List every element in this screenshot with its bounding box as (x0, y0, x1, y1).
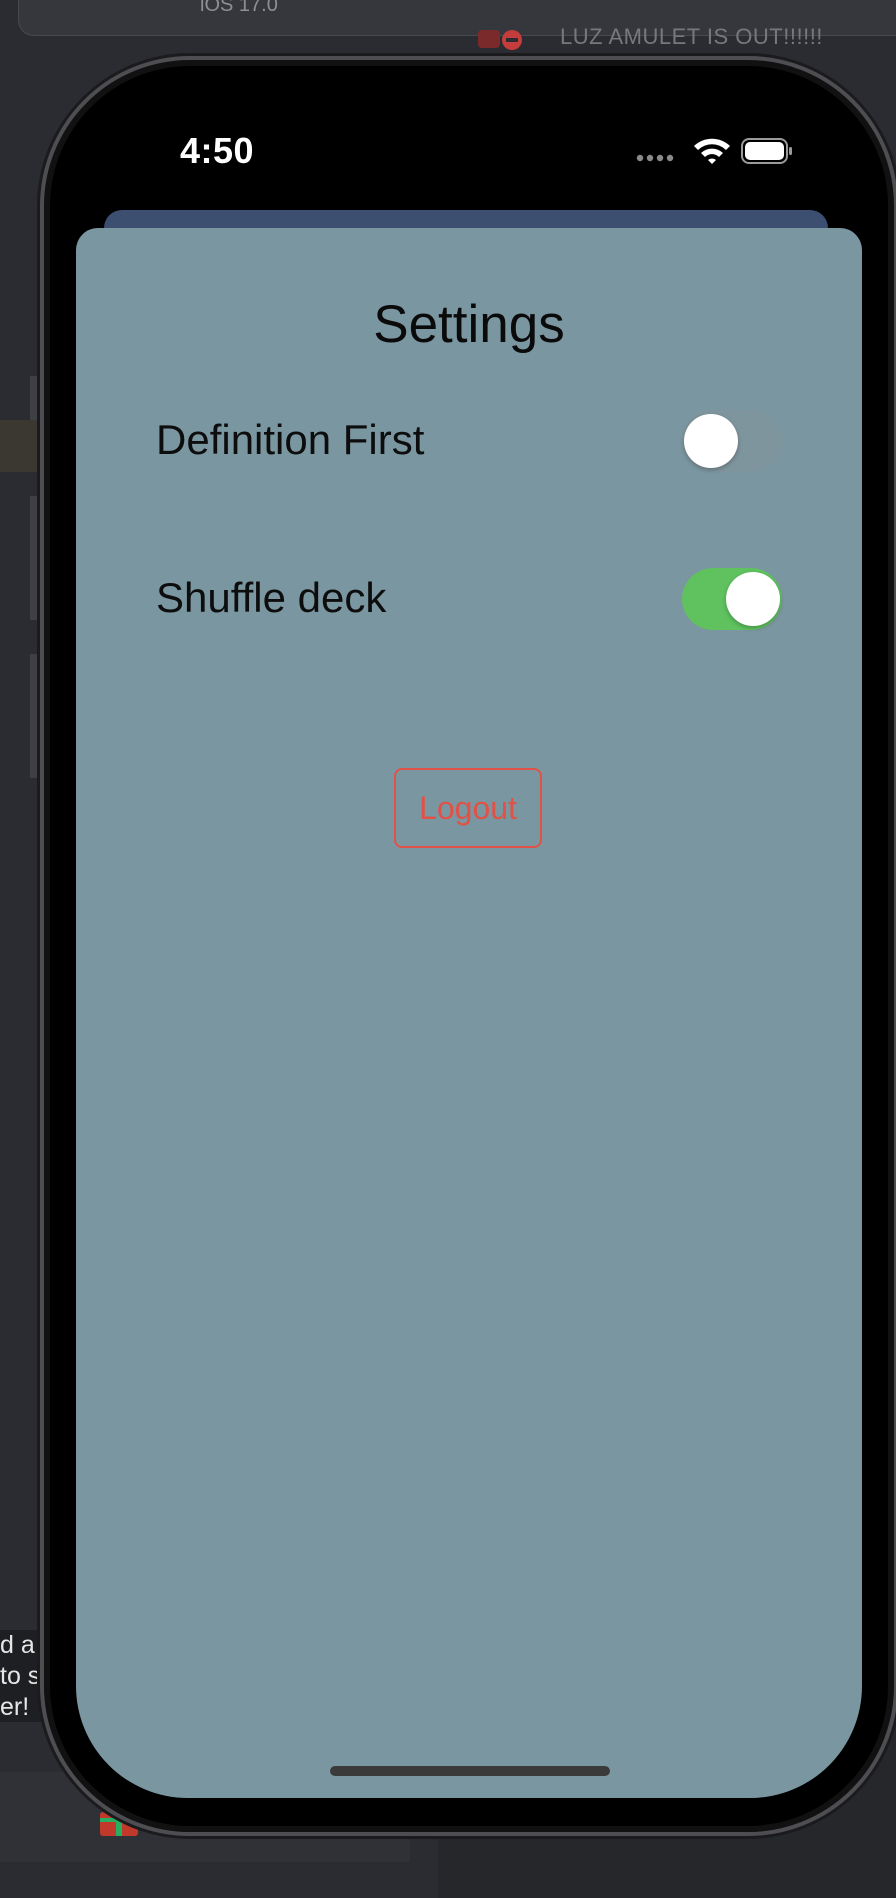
shuffle-deck-label: Shuffle deck (156, 574, 387, 621)
battery-icon (741, 138, 792, 164)
toggle-knob (726, 572, 780, 626)
notification-badge-icon (478, 30, 522, 50)
settings-sheet: Settings Definition First Shuffle deck L… (76, 228, 862, 1798)
definition-first-label: Definition First (156, 416, 425, 463)
iphone-simulator: 4:50 Settings Definition First Shuffle d… (40, 56, 896, 1836)
volume-up-button (30, 496, 40, 620)
status-time: 4:50 (180, 130, 255, 171)
definition-first-toggle[interactable] (682, 410, 782, 472)
wifi-icon (694, 138, 730, 164)
cellular-dots-icon (636, 154, 674, 162)
toggle-knob (684, 414, 738, 468)
simulator-os-version: iOS 17.0 (200, 0, 278, 16)
page-title: Settings (373, 295, 565, 354)
shuffle-deck-toggle[interactable] (682, 568, 782, 630)
volume-down-button (30, 654, 40, 778)
home-indicator[interactable] (330, 1766, 610, 1776)
logout-button[interactable]: Logout (394, 768, 542, 848)
server-banner: LUZ AMULET IS OUT!!!!!! (560, 24, 823, 49)
